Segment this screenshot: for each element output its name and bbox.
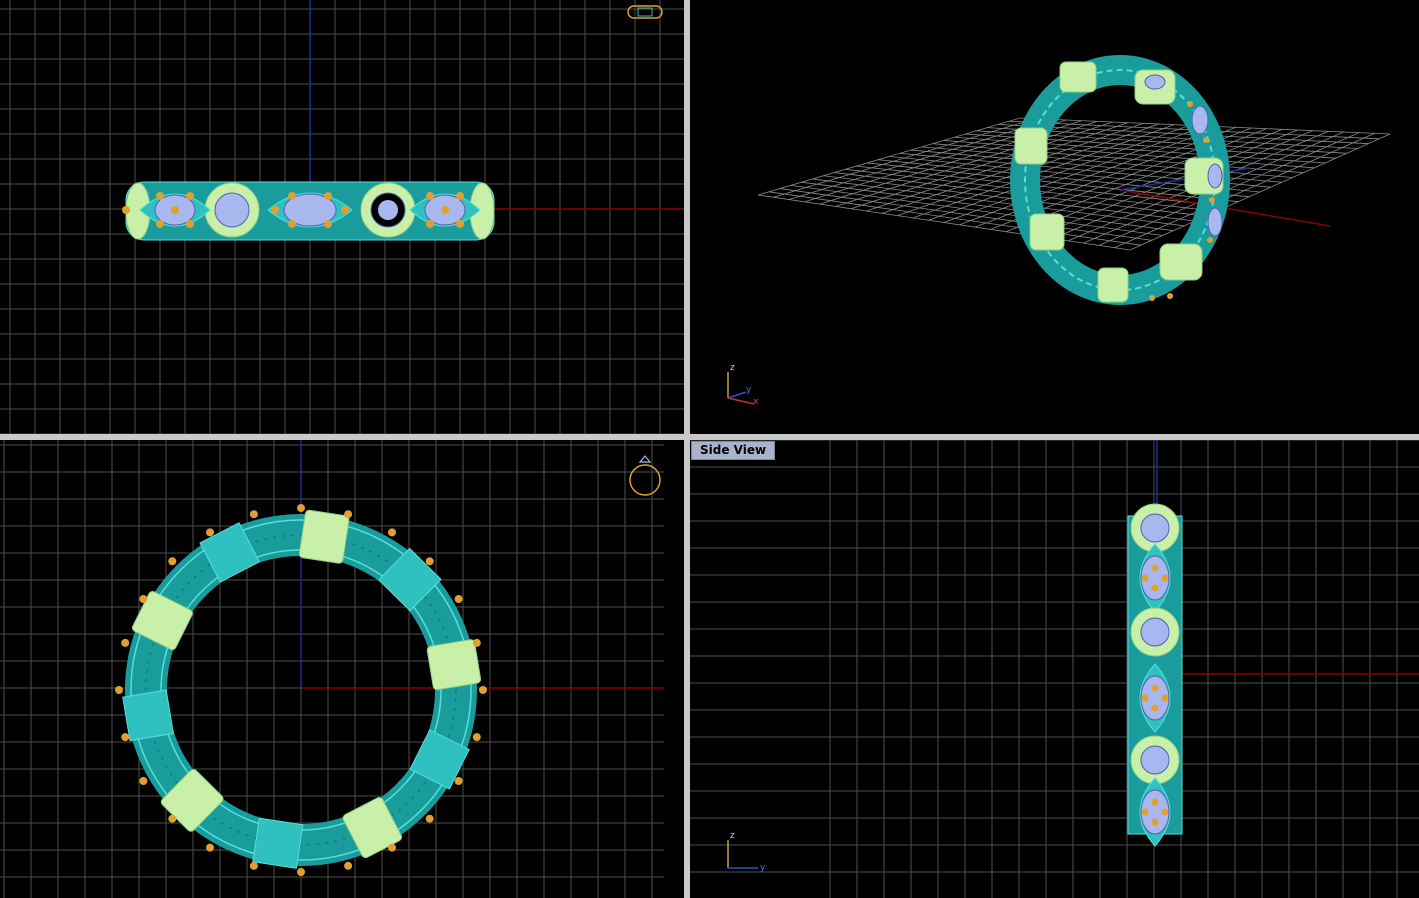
top-viewport[interactable] <box>0 440 684 898</box>
side-round-setting <box>1130 607 1180 657</box>
top-prong <box>297 868 305 876</box>
top-prong <box>115 686 123 694</box>
top-setting <box>426 639 482 691</box>
top-prong <box>206 528 214 537</box>
cad-workspace: z y x Side View z y <box>0 0 1419 898</box>
axis-label-x: x <box>753 397 759 407</box>
top-prong <box>249 510 258 519</box>
front-view-canvas[interactable] <box>0 0 684 434</box>
top-prong <box>425 557 434 566</box>
top-prong <box>344 510 353 519</box>
top-prong <box>168 814 177 823</box>
top-setting <box>252 817 304 869</box>
top-prong <box>168 557 177 566</box>
ring-band-side[interactable] <box>1127 503 1183 847</box>
top-view-canvas[interactable] <box>0 440 684 898</box>
top-prong <box>297 504 305 512</box>
axis-triad-perspective: z y x <box>727 363 759 407</box>
front-viewport[interactable] <box>0 0 684 434</box>
ring-icon <box>629 455 661 496</box>
side-view-grid <box>690 440 1419 898</box>
perspective-viewport[interactable]: z y x <box>690 0 1419 434</box>
top-prong <box>388 528 396 537</box>
top-prong <box>425 814 434 823</box>
perspective-ground-grid <box>757 117 1391 251</box>
axis-triad-side: z y <box>727 831 766 873</box>
top-prong <box>121 638 130 647</box>
top-prong <box>139 777 148 785</box>
top-prong <box>479 686 487 694</box>
top-prong <box>472 733 481 742</box>
axis-label-z: z <box>730 363 735 373</box>
perspective-view-canvas[interactable]: z y x <box>690 0 1419 434</box>
top-prong <box>139 595 148 603</box>
side-viewport[interactable]: Side View z y <box>690 440 1419 898</box>
top-prong <box>388 843 396 852</box>
top-prong <box>249 861 258 870</box>
top-setting <box>298 509 350 564</box>
top-setting <box>122 689 174 742</box>
top-prong <box>454 595 463 603</box>
axis-label-z: z <box>730 831 735 841</box>
axis-label-y: y <box>746 385 752 395</box>
viewport-label-side[interactable]: Side View <box>691 441 776 460</box>
top-prong <box>121 733 130 742</box>
top-prong <box>344 861 353 870</box>
side-view-canvas[interactable]: z y <box>690 440 1419 898</box>
top-prong <box>206 843 214 852</box>
ring-icon <box>627 5 663 19</box>
side-round-setting <box>1130 735 1180 785</box>
axis-label-y: y <box>760 863 766 873</box>
top-prong <box>454 777 463 785</box>
round-setting-front-1[interactable] <box>204 182 260 238</box>
round-setting-front-2[interactable] <box>360 182 416 238</box>
ring-band-front[interactable] <box>122 181 495 241</box>
top-prong <box>472 638 481 647</box>
